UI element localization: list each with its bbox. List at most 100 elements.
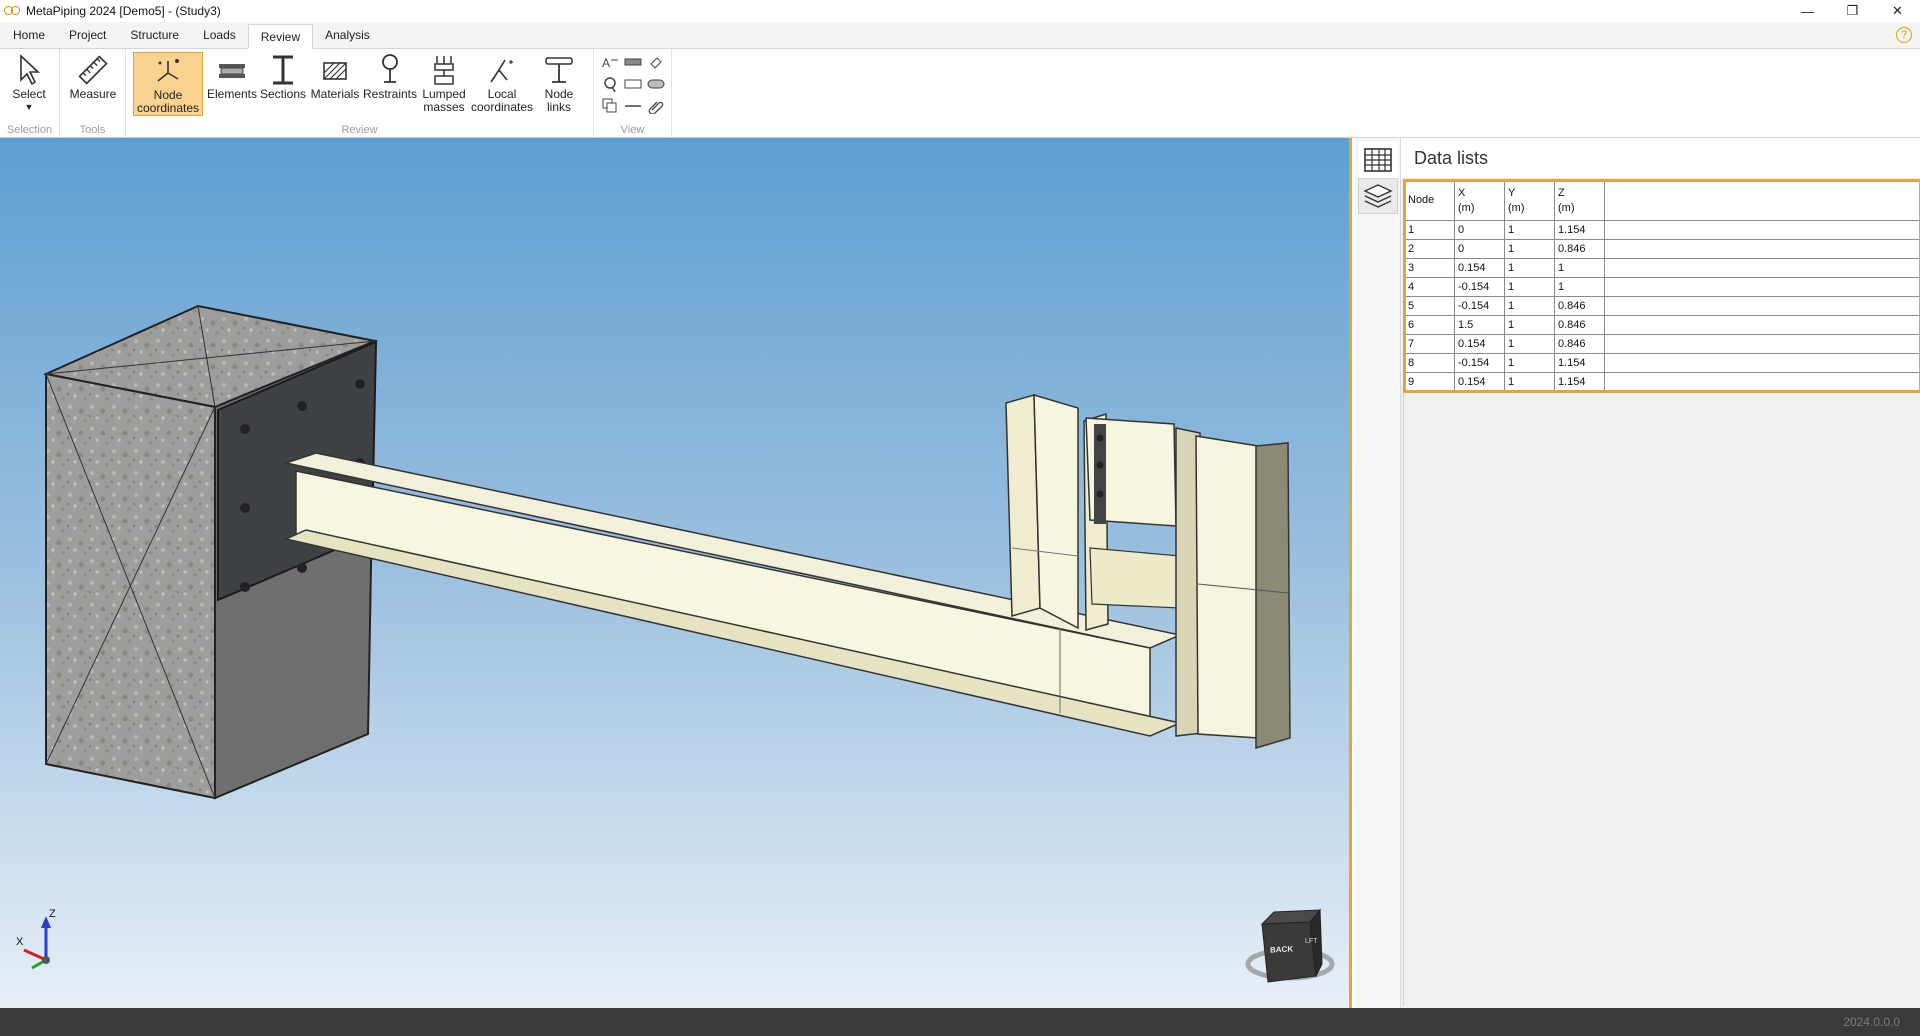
- minimize-button[interactable]: —: [1785, 0, 1830, 22]
- table-cell[interactable]: 9: [1404, 372, 1455, 392]
- table-cell[interactable]: 3: [1404, 258, 1455, 278]
- column-header-z[interactable]: Z (m): [1554, 180, 1605, 221]
- table-cell[interactable]: 0.154: [1454, 372, 1505, 392]
- restore-button[interactable]: ❐: [1830, 0, 1875, 22]
- copy-view-icon[interactable]: [600, 97, 620, 115]
- table-cell[interactable]: 5: [1404, 296, 1455, 316]
- line-view-icon[interactable]: [623, 97, 643, 115]
- restraints-button[interactable]: Restraints: [362, 52, 418, 116]
- column-header-x[interactable]: X (m): [1454, 180, 1505, 221]
- node-coordinates-label-2: coordinates: [136, 101, 200, 115]
- table-cell[interactable]: 1.154: [1554, 220, 1605, 240]
- table-cell[interactable]: 1: [1504, 239, 1555, 259]
- table-row[interactable]: 3 0.154 1 1: [1404, 258, 1920, 278]
- table-cell[interactable]: 7: [1404, 334, 1455, 354]
- eraser-icon[interactable]: [646, 53, 666, 71]
- group-label-tools: Tools: [79, 124, 106, 136]
- rectangle-view-icon[interactable]: [623, 75, 643, 93]
- table-cell[interactable]: 0.846: [1554, 296, 1605, 316]
- view-cube-left-label: LFT: [1305, 938, 1318, 945]
- panel-title: Data lists: [1414, 148, 1489, 168]
- table-cell[interactable]: 1: [1504, 258, 1555, 278]
- table-icon[interactable]: [1358, 142, 1398, 178]
- select-button[interactable]: Select ▼: [6, 52, 52, 116]
- table-cell[interactable]: 6: [1404, 315, 1455, 335]
- node-coordinates-table: Node X (m) Y (m) Z (m) 1 0 1 1.154 2 0 1 0.846 3 0.1…: [1403, 179, 1920, 393]
- table-cell[interactable]: 1: [1504, 220, 1555, 240]
- table-row[interactable]: 2 0 1 0.846: [1404, 239, 1920, 259]
- attach-icon[interactable]: [646, 97, 666, 115]
- rotate-view-icon[interactable]: [600, 75, 620, 93]
- text-size-icon[interactable]: A: [600, 53, 620, 71]
- tab-review[interactable]: Review: [247, 24, 314, 49]
- table-cell[interactable]: 4: [1404, 277, 1455, 297]
- table-row[interactable]: 5 -0.154 1 0.846: [1404, 296, 1920, 316]
- sections-button[interactable]: Sections: [258, 52, 308, 116]
- node-coordinates-button[interactable]: Node coordinates: [133, 52, 203, 116]
- table-cell[interactable]: 1.154: [1554, 353, 1605, 373]
- table-cell[interactable]: 2: [1404, 239, 1455, 259]
- table-cell[interactable]: 1: [1554, 277, 1605, 297]
- pipe-view-icon[interactable]: [646, 75, 666, 93]
- help-icon[interactable]: ?: [1896, 27, 1912, 43]
- beam-view-icon[interactable]: [623, 53, 643, 71]
- table-cell[interactable]: 1: [1504, 334, 1555, 354]
- table-cell[interactable]: 1: [1554, 258, 1605, 278]
- tab-analysis[interactable]: Analysis: [313, 23, 382, 48]
- table-cell[interactable]: -0.154: [1454, 296, 1505, 316]
- axis-triad: [23, 916, 51, 970]
- data-table-container: Node X (m) Y (m) Z (m) 1 0 1 1.154 2 0 1 0.846 3 0.1…: [1403, 179, 1920, 1006]
- table-cell[interactable]: 1: [1404, 220, 1455, 240]
- window-title: MetaPiping 2024 [Demo5] - (Study3): [26, 4, 221, 18]
- column-header-y[interactable]: Y (m): [1504, 180, 1555, 221]
- table-cell[interactable]: 0.154: [1454, 334, 1505, 354]
- table-cell[interactable]: 1: [1504, 296, 1555, 316]
- menu-tabs: Home Project Structure Loads Review Anal…: [0, 22, 1920, 49]
- tab-loads[interactable]: Loads: [191, 23, 248, 48]
- node-links-button[interactable]: Node links: [534, 52, 584, 116]
- materials-button[interactable]: Materials: [308, 52, 362, 116]
- ribbon-group-view: A View: [594, 49, 672, 138]
- tab-home[interactable]: Home: [1, 23, 57, 48]
- tab-structure[interactable]: Structure: [118, 23, 191, 48]
- version-label: 2024.0.0.0: [1843, 1015, 1900, 1029]
- table-cell[interactable]: 8: [1404, 353, 1455, 373]
- table-cell[interactable]: -0.154: [1454, 277, 1505, 297]
- material-hatch-icon: [319, 52, 351, 88]
- measure-button[interactable]: Measure: [68, 52, 118, 116]
- elements-button[interactable]: Elements: [206, 52, 258, 116]
- 3d-viewport[interactable]: Z X BACK LFT: [0, 138, 1352, 1008]
- table-row[interactable]: 6 1.5 1 0.846: [1404, 315, 1920, 335]
- table-cell[interactable]: 1.5: [1454, 315, 1505, 335]
- table-cell[interactable]: 1: [1504, 315, 1555, 335]
- table-row[interactable]: 1 0 1 1.154: [1404, 220, 1920, 240]
- beam-element-icon: [215, 52, 249, 88]
- panel-header: Data lists: [1401, 138, 1920, 178]
- table-cell[interactable]: 0.846: [1554, 334, 1605, 354]
- layers-icon[interactable]: [1358, 178, 1398, 214]
- table-cell-filler: [1604, 372, 1920, 392]
- lumped-masses-button[interactable]: Lumped masses: [418, 52, 470, 116]
- table-cell[interactable]: 1.154: [1554, 372, 1605, 392]
- lumped-masses-label-2: masses: [423, 100, 465, 114]
- column-header-node[interactable]: Node: [1404, 180, 1455, 221]
- table-cell[interactable]: -0.154: [1454, 353, 1505, 373]
- view-cube-back-label: BACK: [1270, 944, 1294, 955]
- axis-x-label: X: [16, 936, 24, 948]
- local-coordinates-button[interactable]: Local coordinates: [470, 52, 534, 116]
- close-button[interactable]: ✕: [1875, 0, 1920, 22]
- tab-project[interactable]: Project: [57, 23, 118, 48]
- table-row[interactable]: 7 0.154 1 0.846: [1404, 334, 1920, 354]
- table-cell[interactable]: 0.846: [1554, 315, 1605, 335]
- table-cell[interactable]: 1: [1504, 372, 1555, 392]
- table-cell[interactable]: 0: [1454, 239, 1505, 259]
- select-label: Select: [12, 87, 46, 101]
- table-row[interactable]: 4 -0.154 1 1: [1404, 277, 1920, 297]
- table-cell[interactable]: 0.154: [1454, 258, 1505, 278]
- table-row[interactable]: 8 -0.154 1 1.154: [1404, 353, 1920, 373]
- table-row[interactable]: 9 0.154 1 1.154: [1404, 372, 1920, 392]
- table-cell[interactable]: 1: [1504, 353, 1555, 373]
- table-cell[interactable]: 0.846: [1554, 239, 1605, 259]
- table-cell[interactable]: 0: [1454, 220, 1505, 240]
- table-cell[interactable]: 1: [1504, 277, 1555, 297]
